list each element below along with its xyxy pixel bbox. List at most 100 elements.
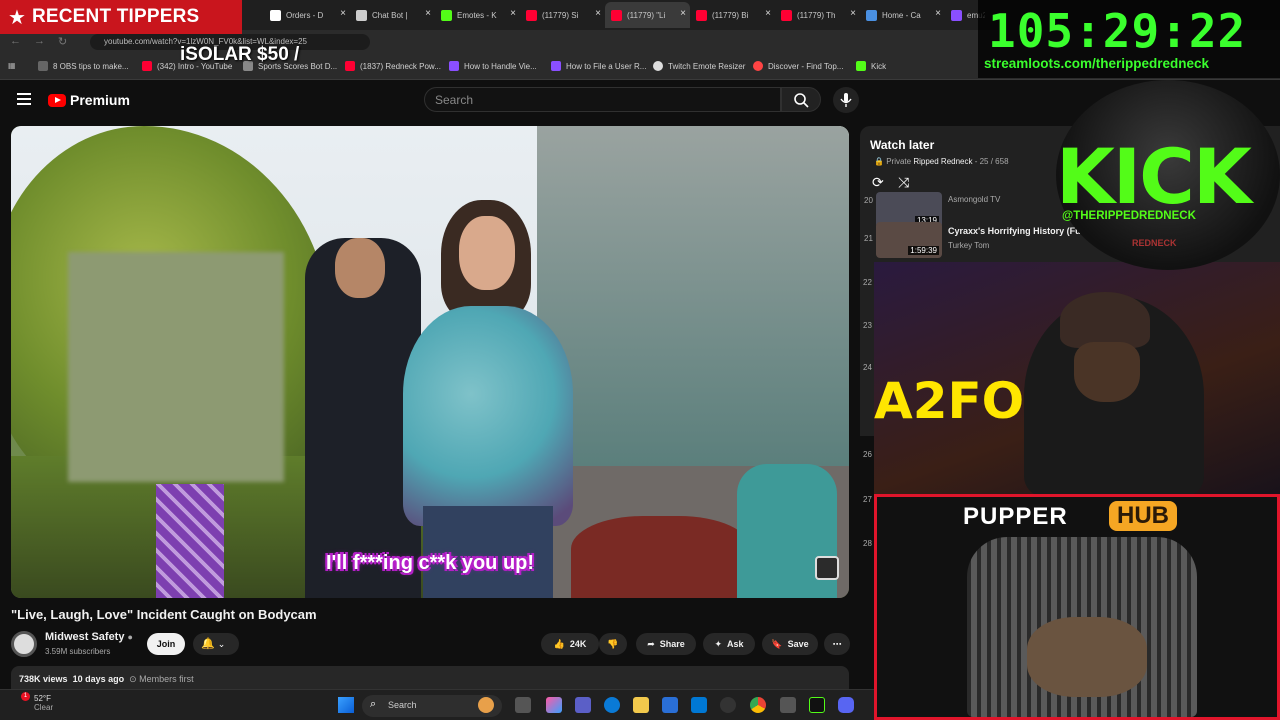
dislike-button[interactable]: 👎 [599, 633, 627, 655]
close-tab-icon[interactable]: × [850, 8, 856, 19]
members-first-icon: ⊙ [129, 674, 137, 684]
hub-label: HUB [1109, 501, 1177, 531]
browser-tab[interactable]: Emotes - K × [435, 2, 520, 28]
file-explorer-icon[interactable] [633, 697, 649, 713]
more-actions-button[interactable]: ⋯ [824, 633, 850, 655]
browser-tab-active[interactable]: (11779) "Li × [605, 2, 690, 28]
channel-watermark-icon[interactable] [815, 556, 839, 580]
voice-search-button[interactable] [833, 87, 859, 113]
like-button[interactable]: 👍 24K [541, 633, 599, 655]
browser-tab[interactable]: (11779) Bi × [690, 2, 775, 28]
bookmark-item[interactable]: 8 OBS tips to make... [38, 61, 129, 71]
close-tab-icon[interactable]: × [340, 8, 346, 19]
video-blur-region [68, 252, 284, 482]
bookmark-item[interactable]: Discover - Find Top... [753, 61, 843, 71]
shuffle-icon[interactable]: ⤨ [898, 174, 909, 191]
taskbar-widget-icon[interactable] [478, 697, 494, 713]
windows-start-icon[interactable] [338, 697, 354, 713]
menu-icon[interactable] [17, 93, 31, 105]
bookmark-favicon-icon [551, 61, 561, 71]
recent-tippers-banner: ★ RECENT TIPPERS [0, 0, 242, 34]
join-button[interactable]: Join [147, 633, 185, 655]
browser-tab[interactable]: (11779) Si × [520, 2, 605, 28]
pupper-label: PUPPER [963, 503, 1068, 530]
browser-tab[interactable]: Orders - D × [264, 2, 350, 28]
close-tab-icon[interactable]: × [425, 8, 431, 19]
dog [1027, 617, 1147, 697]
search-icon: ⌕ [370, 698, 377, 710]
teams-icon[interactable] [575, 697, 591, 713]
bookmark-item[interactable]: How to Handle Vie... [449, 61, 537, 71]
edge-icon[interactable] [604, 697, 620, 713]
task-view-icon[interactable] [515, 697, 531, 713]
tab-favicon-icon [526, 9, 537, 21]
webcam-streamer-hat [1060, 292, 1150, 348]
thumbs-down-icon: 👎 [607, 638, 619, 649]
taskbar-app-icon[interactable] [780, 697, 796, 713]
chevron-down-icon: ⌄ [217, 639, 226, 649]
tab-favicon-icon [951, 9, 962, 21]
channel-name[interactable]: Midwest Safety ● [45, 631, 133, 643]
close-tab-icon[interactable]: × [765, 8, 771, 19]
youtube-logo[interactable]: Premium [48, 92, 130, 108]
bookmark-item[interactable]: How to File a User R... [551, 61, 646, 71]
kick-overlay: KICK @THERIPPEDREDNECK REDNECK [1056, 80, 1280, 270]
browser-tab[interactable]: Home - Ca × [860, 2, 945, 28]
video-frame-woman [403, 196, 573, 598]
mic-icon [840, 93, 852, 107]
apps-grid-icon[interactable]: ▦ [8, 61, 16, 70]
kick-logo: KICK [1056, 132, 1252, 221]
youtube-play-icon [48, 93, 66, 107]
search-input[interactable]: Search [424, 87, 781, 112]
windows-taskbar: 1 52°F Clear ⌕ Search [0, 689, 874, 720]
discord-icon[interactable] [838, 697, 854, 713]
taskbar-app-icon[interactable] [809, 697, 825, 713]
save-button[interactable]: 🔖 Save [762, 633, 818, 655]
ask-button[interactable]: ✦ Ask [703, 633, 755, 655]
store-icon[interactable] [662, 697, 678, 713]
loop-icon[interactable]: ⟳ [872, 174, 884, 191]
bookmark-item[interactable]: Kick [856, 61, 886, 71]
close-tab-icon[interactable]: × [680, 8, 686, 19]
kick-subtitle: REDNECK [1132, 238, 1177, 248]
video-caption: I'll f***ing c**k you up! [325, 552, 535, 574]
video-player[interactable]: I'll f***ing c**k you up! [11, 126, 849, 598]
outlook-icon[interactable] [691, 697, 707, 713]
forward-icon[interactable]: → [34, 35, 45, 47]
timer-url: streamloots.com/therippedredneck [984, 56, 1210, 71]
bookmark-favicon-icon [856, 61, 866, 71]
share-button[interactable]: ➦ Share [636, 633, 696, 655]
bookmark-item[interactable]: (1837) Redneck Pow... [345, 61, 441, 71]
back-icon[interactable]: ← [10, 35, 21, 47]
copilot-icon[interactable] [546, 697, 562, 713]
close-tab-icon[interactable]: × [510, 8, 516, 19]
close-tab-icon[interactable]: × [935, 8, 941, 19]
search-button[interactable] [781, 87, 821, 112]
lock-icon: 🔒 [874, 157, 884, 166]
bell-icon: 🔔 [201, 638, 215, 650]
bookmark-item[interactable]: Twitch Emote Resizer [653, 61, 745, 71]
subscriber-count: 3.59M subscribers [45, 647, 111, 656]
video-title: "Live, Laugh, Love" Incident Caught on B… [11, 607, 317, 622]
bookmark-favicon-icon [753, 61, 763, 71]
recent-tip-text: iSOLAR $50 / [180, 44, 300, 65]
playlist-title: Watch later [870, 138, 935, 152]
reload-icon[interactable]: ↻ [58, 35, 67, 48]
browser-tab[interactable]: Chat Bot | × [350, 2, 435, 28]
obs-icon[interactable] [720, 697, 736, 713]
weather-widget[interactable]: 52°F Clear [14, 694, 53, 712]
webcam-streamer-face [1074, 342, 1140, 402]
tab-favicon-icon [356, 9, 367, 21]
close-tab-icon[interactable]: × [595, 8, 601, 19]
browser-tab[interactable]: (11779) Th × [775, 2, 860, 28]
channel-avatar[interactable] [11, 631, 37, 657]
bookmark-favicon-icon [653, 61, 663, 71]
tab-favicon-icon [696, 9, 707, 21]
chrome-icon[interactable] [750, 697, 766, 713]
tab-favicon-icon [611, 9, 622, 21]
video-frame-child [156, 484, 224, 598]
playlist-thumbnail: 1:59:39 [876, 222, 942, 258]
share-icon: ➦ [647, 638, 655, 649]
webcam-sign: A2FO [874, 372, 1025, 430]
notification-bell-button[interactable]: 🔔 ⌄ [193, 633, 239, 655]
